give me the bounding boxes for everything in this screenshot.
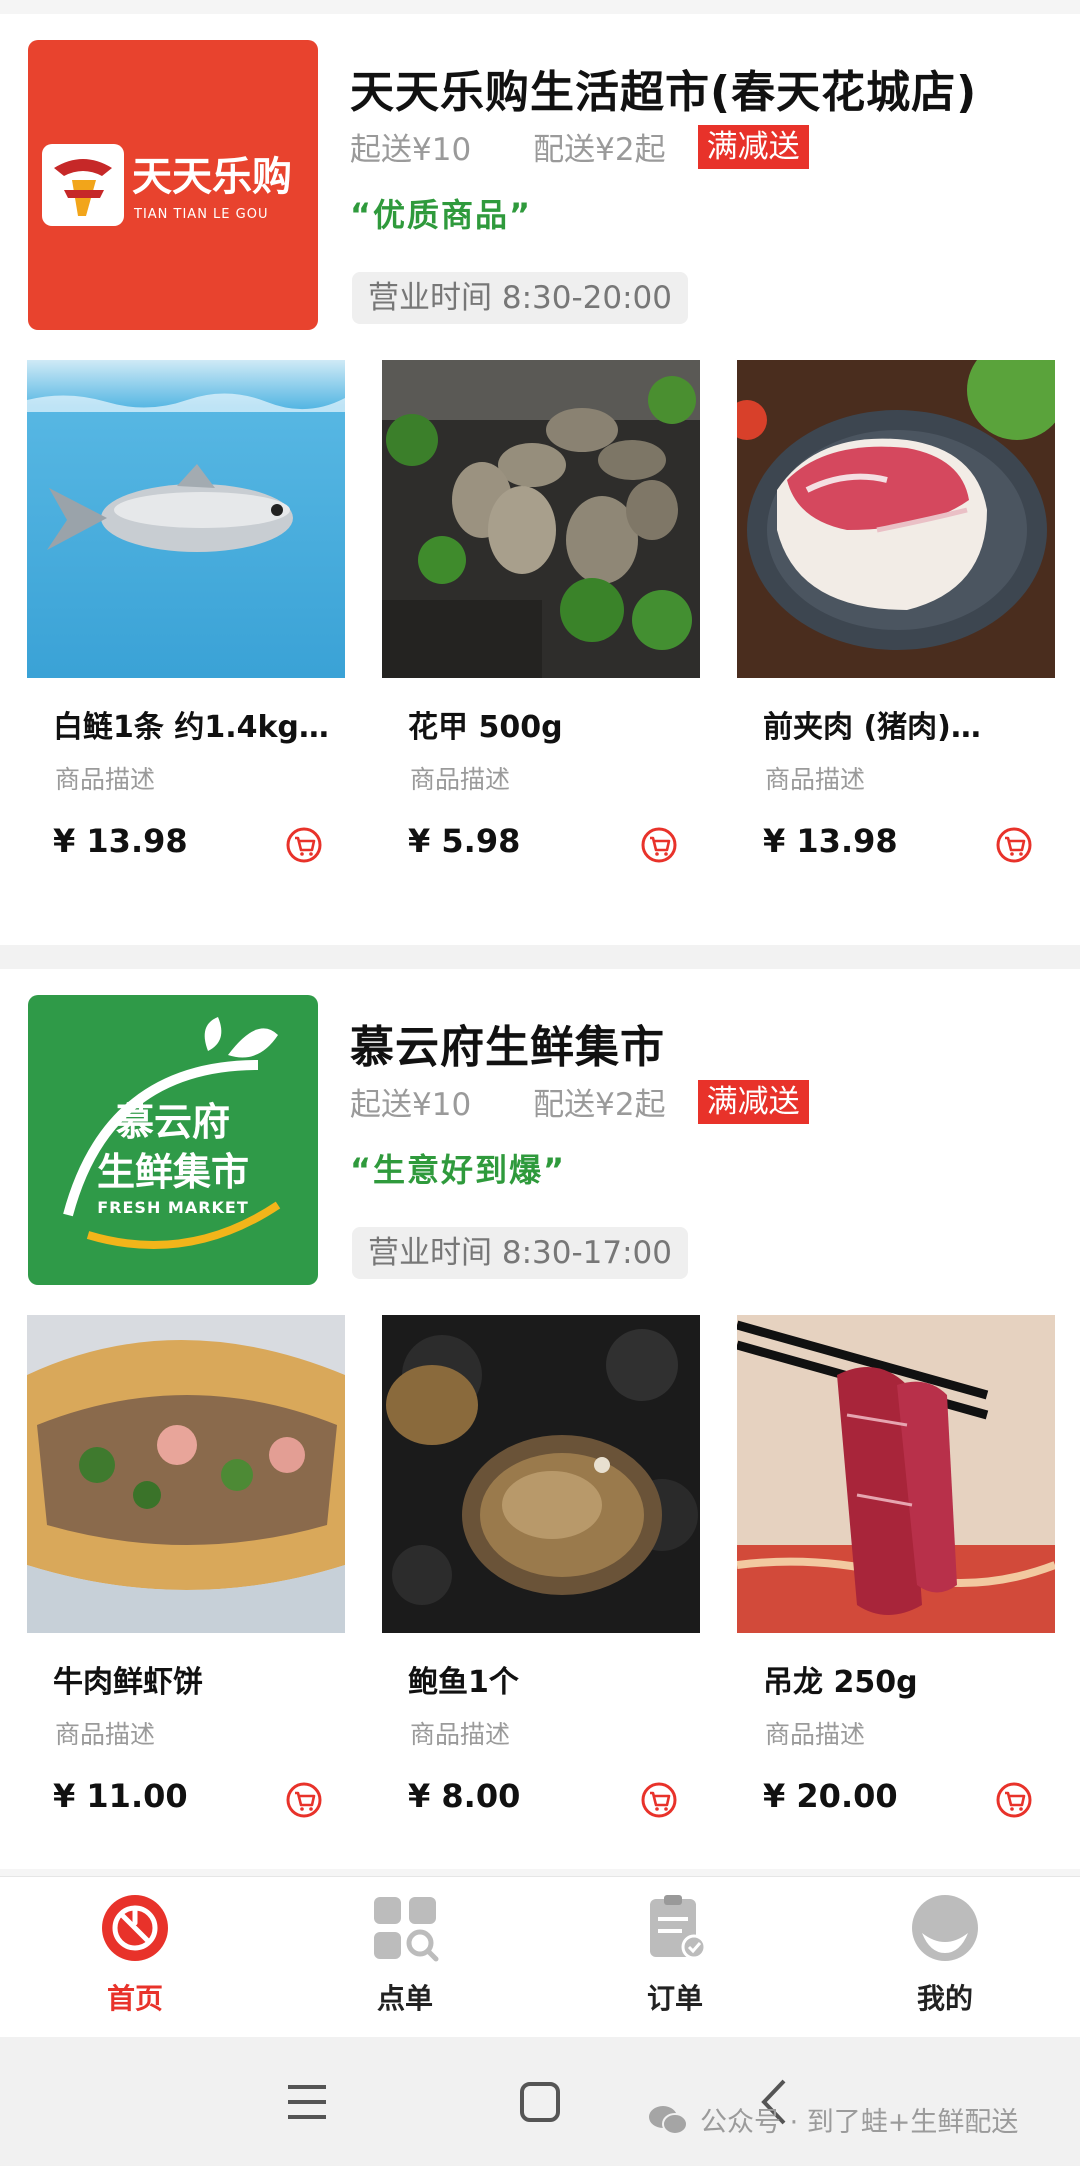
logo-text: 慕云府 — [116, 1100, 230, 1144]
watermark: 公众号 · 到了蛙+生鲜配送 — [648, 2100, 1018, 2139]
delivery-fee: 配送¥2起 — [533, 132, 666, 168]
store-title[interactable]: 天天乐购生活超市(春天花城店) — [350, 56, 977, 120]
nav-orders[interactable]: 订单 — [540, 1877, 810, 2037]
nav-label: 我的 — [916, 1982, 973, 2015]
product-row: 白鲢1条 约1.4kg… 商品描述 ¥ 13.98 花甲 500g 商品描述 ¥… — [0, 360, 1080, 920]
store-slogan: “优质商品” — [350, 196, 533, 234]
product-card[interactable]: 吊龙 250g 商品描述 ¥ 20.00 — [737, 1315, 1055, 1855]
orders-list-icon — [640, 1893, 710, 1963]
min-order: 起送¥10 — [350, 132, 472, 168]
logo-subtext: FRESH MARKET — [97, 1198, 249, 1217]
product-price: ¥ 11.00 — [53, 1777, 188, 1815]
promo-badge: 满减送 — [697, 124, 809, 169]
product-desc: 商品描述 — [410, 765, 511, 794]
cart-icon[interactable] — [640, 826, 678, 864]
cart-icon[interactable] — [995, 1781, 1033, 1819]
product-image-fish[interactable] — [27, 360, 345, 678]
product-name: 白鲢1条 约1.4kg… — [53, 710, 329, 745]
store-meta: 起送¥10 配送¥2起 满减送 — [350, 1079, 809, 1124]
bottom-nav: 首页 点单 订单 我的 — [0, 1876, 1080, 2037]
logo-text: 生鲜集市 — [97, 1150, 249, 1194]
business-hours: 营业时间 8:30-17:00 — [352, 1227, 688, 1279]
store-slogan: “生意好到爆” — [350, 1151, 567, 1189]
product-price: ¥ 5.98 — [408, 822, 521, 860]
product-card[interactable]: 前夹肉 (猪肉)… 商品描述 ¥ 13.98 — [737, 360, 1055, 900]
product-desc: 商品描述 — [55, 765, 156, 794]
product-card[interactable]: 鲍鱼1个 商品描述 ¥ 8.00 — [382, 1315, 700, 1855]
cart-icon[interactable] — [640, 1781, 678, 1819]
product-row: 牛肉鲜虾饼 商品描述 ¥ 11.00 鲍鱼1个 商品描述 ¥ 8.00 吊龙 2… — [0, 1315, 1080, 1875]
store-logo: 慕云府 生鲜集市 FRESH MARKET — [28, 995, 318, 1285]
product-desc: 商品描述 — [765, 765, 866, 794]
store-meta: 起送¥10 配送¥2起 满减送 — [350, 124, 809, 169]
store-logo: 天天乐购 TIAN TIAN LE GOU — [28, 40, 318, 330]
logo-text: 天天乐购 — [132, 154, 292, 200]
product-desc: 商品描述 — [765, 1720, 866, 1749]
product-name: 牛肉鲜虾饼 — [53, 1665, 203, 1700]
product-card[interactable]: 牛肉鲜虾饼 商品描述 ¥ 11.00 — [27, 1315, 345, 1855]
product-price: ¥ 20.00 — [763, 1777, 898, 1815]
product-image-abalone[interactable] — [382, 1315, 700, 1633]
product-image-pork[interactable] — [737, 360, 1055, 678]
store-title[interactable]: 慕云府生鲜集市 — [350, 1011, 665, 1075]
nav-label: 订单 — [646, 1982, 703, 2015]
section-gap — [0, 945, 1080, 969]
menu-icon[interactable] — [280, 2075, 334, 2129]
product-price: ¥ 13.98 — [53, 822, 188, 860]
cart-icon[interactable] — [285, 1781, 323, 1819]
nav-label: 首页 — [106, 1982, 163, 2015]
product-image-pancake[interactable] — [27, 1315, 345, 1633]
product-card[interactable]: 白鲢1条 约1.4kg… 商品描述 ¥ 13.98 — [27, 360, 345, 900]
product-name: 吊龙 250g — [763, 1665, 918, 1700]
product-name: 鲍鱼1个 — [408, 1665, 519, 1700]
min-order: 起送¥10 — [350, 1087, 472, 1123]
delivery-fee: 配送¥2起 — [533, 1087, 666, 1123]
product-price: ¥ 8.00 — [408, 1777, 521, 1815]
home-button-icon[interactable] — [513, 2075, 567, 2129]
top-gap — [0, 0, 1080, 14]
store-card[interactable]: 慕云府 生鲜集市 FRESH MARKET 慕云府生鲜集市 起送¥10 配送¥2… — [0, 969, 1080, 1869]
nav-profile[interactable]: 我的 — [810, 1877, 1080, 2037]
product-card[interactable]: 花甲 500g 商品描述 ¥ 5.98 — [382, 360, 700, 900]
wechat-icon — [649, 2105, 688, 2135]
order-grid-icon — [370, 1893, 440, 1963]
cart-icon[interactable] — [995, 826, 1033, 864]
nav-label: 点单 — [376, 1982, 433, 2015]
profile-icon — [910, 1893, 980, 1963]
product-desc: 商品描述 — [55, 1720, 156, 1749]
product-desc: 商品描述 — [410, 1720, 511, 1749]
cart-icon[interactable] — [285, 826, 323, 864]
promo-badge: 满减送 — [697, 1079, 809, 1124]
product-name: 花甲 500g — [408, 710, 563, 745]
logo-subtext: TIAN TIAN LE GOU — [133, 207, 268, 222]
business-hours: 营业时间 8:30-20:00 — [352, 272, 688, 324]
nav-home[interactable]: 首页 — [0, 1877, 270, 2037]
home-icon — [100, 1893, 170, 1963]
nav-order[interactable]: 点单 — [270, 1877, 540, 2037]
store-card[interactable]: 天天乐购 TIAN TIAN LE GOU 天天乐购生活超市(春天花城店) 起送… — [0, 14, 1080, 945]
watermark-text: 公众号 · 到了蛙+生鲜配送 — [700, 2107, 1019, 2138]
product-name: 前夹肉 (猪肉)… — [763, 710, 981, 745]
product-price: ¥ 13.98 — [763, 822, 898, 860]
product-image-beef[interactable] — [737, 1315, 1055, 1633]
product-image-clams[interactable] — [382, 360, 700, 678]
